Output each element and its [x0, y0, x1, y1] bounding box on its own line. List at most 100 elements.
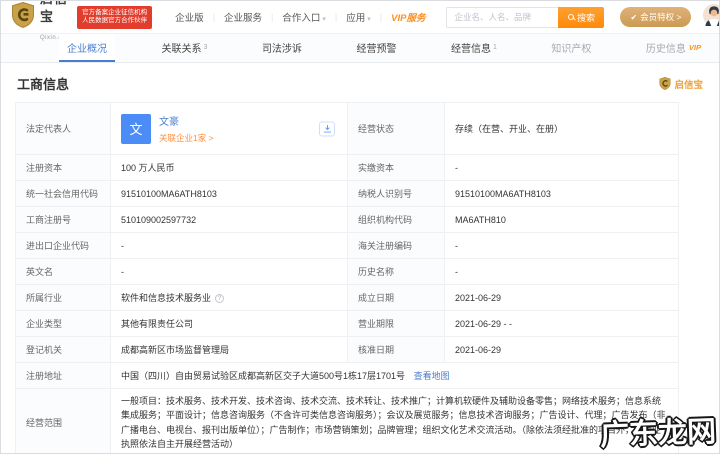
tab-label: 企业概况: [67, 43, 107, 55]
tab-label: 经营信息: [450, 43, 491, 55]
table-row: 所属行业 软件和信息技术服务业? 成立日期 2021-06-29: [15, 284, 679, 311]
label-registration-authority: 登记机关: [15, 336, 111, 363]
tab-label: 司法涉诉: [261, 43, 302, 55]
value-registration-number: 510109002597732: [110, 206, 348, 233]
label-registered-capital: 注册资本: [15, 154, 111, 181]
legal-rep-avatar: 文: [121, 113, 151, 144]
table-row-scope: 经营范围 一般项目：技术服务、技术开发、技术咨询、技术交流、技术转让、技术推广；…: [15, 388, 679, 453]
label-credit-code: 统一社会信用代码: [15, 180, 111, 207]
tab-operation-warning[interactable]: 经营预警: [348, 34, 404, 62]
value-taxpayer-id: 91510100MA6ATH8103: [444, 180, 679, 207]
label-approval-date: 核准日期: [347, 336, 445, 363]
label-taxpayer-id: 纳税人识别号: [347, 180, 445, 207]
table-row-address: 注册地址 中国（四川）自由贸易试验区成都高新区交子大道500号1栋17层1701…: [15, 362, 679, 389]
table-row: 登记机关 成都高新区市场监督管理局 核准日期 2021-06-29: [15, 336, 679, 363]
shield-mini-icon: [659, 77, 671, 90]
nav-enterprise-edition[interactable]: 企业版: [166, 10, 213, 24]
label-industry: 所属行业: [15, 284, 111, 311]
value-operating-status: 存续（在营、开业、在册）: [444, 102, 679, 155]
page-title: 工商信息: [17, 77, 70, 92]
member-privilege-label: 会员特权 >: [640, 12, 682, 22]
section-brand-mark: 启信宝: [659, 77, 703, 91]
tab-count-badge: 3: [203, 43, 208, 51]
industry-text: 软件和信息技术服务业: [121, 293, 212, 303]
search-icon: [567, 14, 574, 20]
tab-company-overview[interactable]: 企业概况: [59, 34, 115, 62]
value-registered-address: 中国（四川）自由贸易试验区成都高新区交子大道500号1栋17层1701号 查看地…: [110, 362, 679, 389]
label-business-scope: 经营范围: [15, 388, 111, 453]
value-paid-in-capital: -: [444, 154, 679, 181]
business-info-table: 法定代表人 文 文豪 关联企业1家 > 经营状态 存续（在营、开业、在册） 注册…: [15, 102, 679, 453]
table-row: 注册资本 100 万人民币 实缴资本 -: [15, 154, 679, 181]
section-brand-name: 启信宝: [674, 79, 703, 91]
value-establish-date: 2021-06-29: [444, 284, 679, 311]
download-button[interactable]: [319, 121, 335, 136]
tab-intellectual-property[interactable]: 知识产权: [543, 34, 599, 62]
check-icon: ✔: [630, 12, 638, 22]
nav-apps[interactable]: 应用 ▾: [337, 10, 380, 24]
value-company-type: 其他有限责任公司: [110, 310, 348, 337]
vip-badge: VIP: [688, 42, 701, 52]
label-paid-in-capital: 实缴资本: [347, 154, 445, 181]
table-row-legal-rep: 法定代表人 文 文豪 关联企业1家 > 经营状态 存续（在营、开业、在册）: [15, 102, 679, 155]
tab-count-badge: 1: [492, 43, 497, 51]
value-customs-code: -: [444, 232, 679, 259]
help-icon[interactable]: ?: [215, 294, 225, 303]
company-tabs: 企业概况 关联关系 3 司法涉诉 经营预警 经营信息 1 知识产权 历史信息 VIP: [1, 34, 719, 63]
qixinbao-company-page: 启信宝 Qixin.com 官方备案企业征信机构 人民数据官方合作伙伴 企业版 …: [0, 0, 720, 454]
user-avatar[interactable]: [703, 3, 719, 31]
label-registered-address: 注册地址: [15, 362, 111, 389]
label-registration-number: 工商注册号: [15, 206, 111, 233]
address-text: 中国（四川）自由贸易试验区成都高新区交子大道500号1栋17层1701号: [121, 371, 406, 381]
value-registration-authority: 成都高新区市场监督管理局: [110, 336, 348, 363]
nav-cooperation[interactable]: 合作入口 ▾: [273, 10, 335, 24]
value-former-name: -: [444, 258, 679, 285]
tab-label: 历史信息: [645, 43, 686, 55]
download-icon: [323, 124, 331, 133]
tab-relationships[interactable]: 关联关系 3: [154, 34, 216, 62]
official-badge-line1: 官方备案企业征信机构: [82, 8, 148, 16]
tab-label: 知识产权: [551, 43, 592, 55]
value-business-scope: 一般项目：技术服务、技术开发、技术咨询、技术交流、技术转让、技术推广；计算机软硬…: [110, 388, 679, 453]
label-company-type: 企业类型: [15, 310, 111, 337]
label-operating-status: 经营状态: [347, 102, 445, 155]
value-credit-code: 91510100MA6ATH8103: [110, 180, 348, 207]
tab-label: 经营预警: [356, 43, 397, 55]
tab-operation-info[interactable]: 经营信息 1: [443, 34, 505, 62]
label-customs-code: 海关注册编码: [347, 232, 445, 259]
section-header: 工商信息 启信宝: [1, 63, 719, 102]
nav-apps-label: 应用: [346, 13, 366, 24]
label-former-name: 历史名称: [347, 258, 445, 285]
legal-rep-name-link[interactable]: 文豪: [159, 113, 214, 128]
member-privilege-button[interactable]: ✔ 会员特权 >: [620, 7, 692, 27]
label-organization-code: 组织机构代码: [347, 206, 445, 233]
shield-logo-icon: [11, 1, 35, 33]
value-organization-code: MA6ATH810: [444, 206, 679, 233]
view-map-link[interactable]: 查看地图: [414, 371, 450, 381]
search-button-label: 搜索: [576, 12, 595, 23]
related-companies-link[interactable]: 关联企业1家 >: [159, 132, 214, 144]
chevron-down-icon: ▾: [367, 16, 371, 23]
nav-enterprise-service[interactable]: 企业服务: [215, 10, 271, 24]
top-nav: 企业版 | 企业服务 | 合作入口 ▾ | 应用 ▾ | VIP服务: [166, 10, 434, 24]
value-registered-capital: 100 万人民币: [110, 154, 348, 181]
search-input[interactable]: [446, 6, 559, 28]
table-row: 进出口企业代码 - 海关注册编码 -: [15, 232, 679, 259]
top-bar: 启信宝 Qixin.com 官方备案企业征信机构 人民数据官方合作伙伴 企业版 …: [1, 1, 719, 41]
value-industry: 软件和信息技术服务业?: [110, 284, 348, 311]
label-english-name: 英文名: [15, 258, 111, 285]
official-badge-line2: 人民数据官方合作伙伴: [82, 17, 148, 24]
value-business-term: 2021-06-29 - -: [444, 310, 679, 337]
avatar-image: [703, 3, 719, 26]
watermark: 广东龙网: [598, 413, 717, 453]
label-business-term: 营业期限: [347, 310, 445, 337]
tab-history-info[interactable]: 历史信息 VIP: [638, 34, 709, 62]
value-import-export-code: -: [110, 232, 348, 259]
value-legal-rep: 文 文豪 关联企业1家 >: [110, 102, 348, 155]
table-row: 统一社会信用代码 91510100MA6ATH8103 纳税人识别号 91510…: [15, 180, 679, 207]
label-import-export-code: 进出口企业代码: [15, 232, 111, 259]
tab-judicial-litigation[interactable]: 司法涉诉: [254, 34, 310, 62]
search-button[interactable]: 搜索: [558, 6, 605, 28]
chevron-down-icon: ▾: [322, 16, 326, 23]
nav-vip-service[interactable]: VIP服务: [382, 10, 434, 24]
